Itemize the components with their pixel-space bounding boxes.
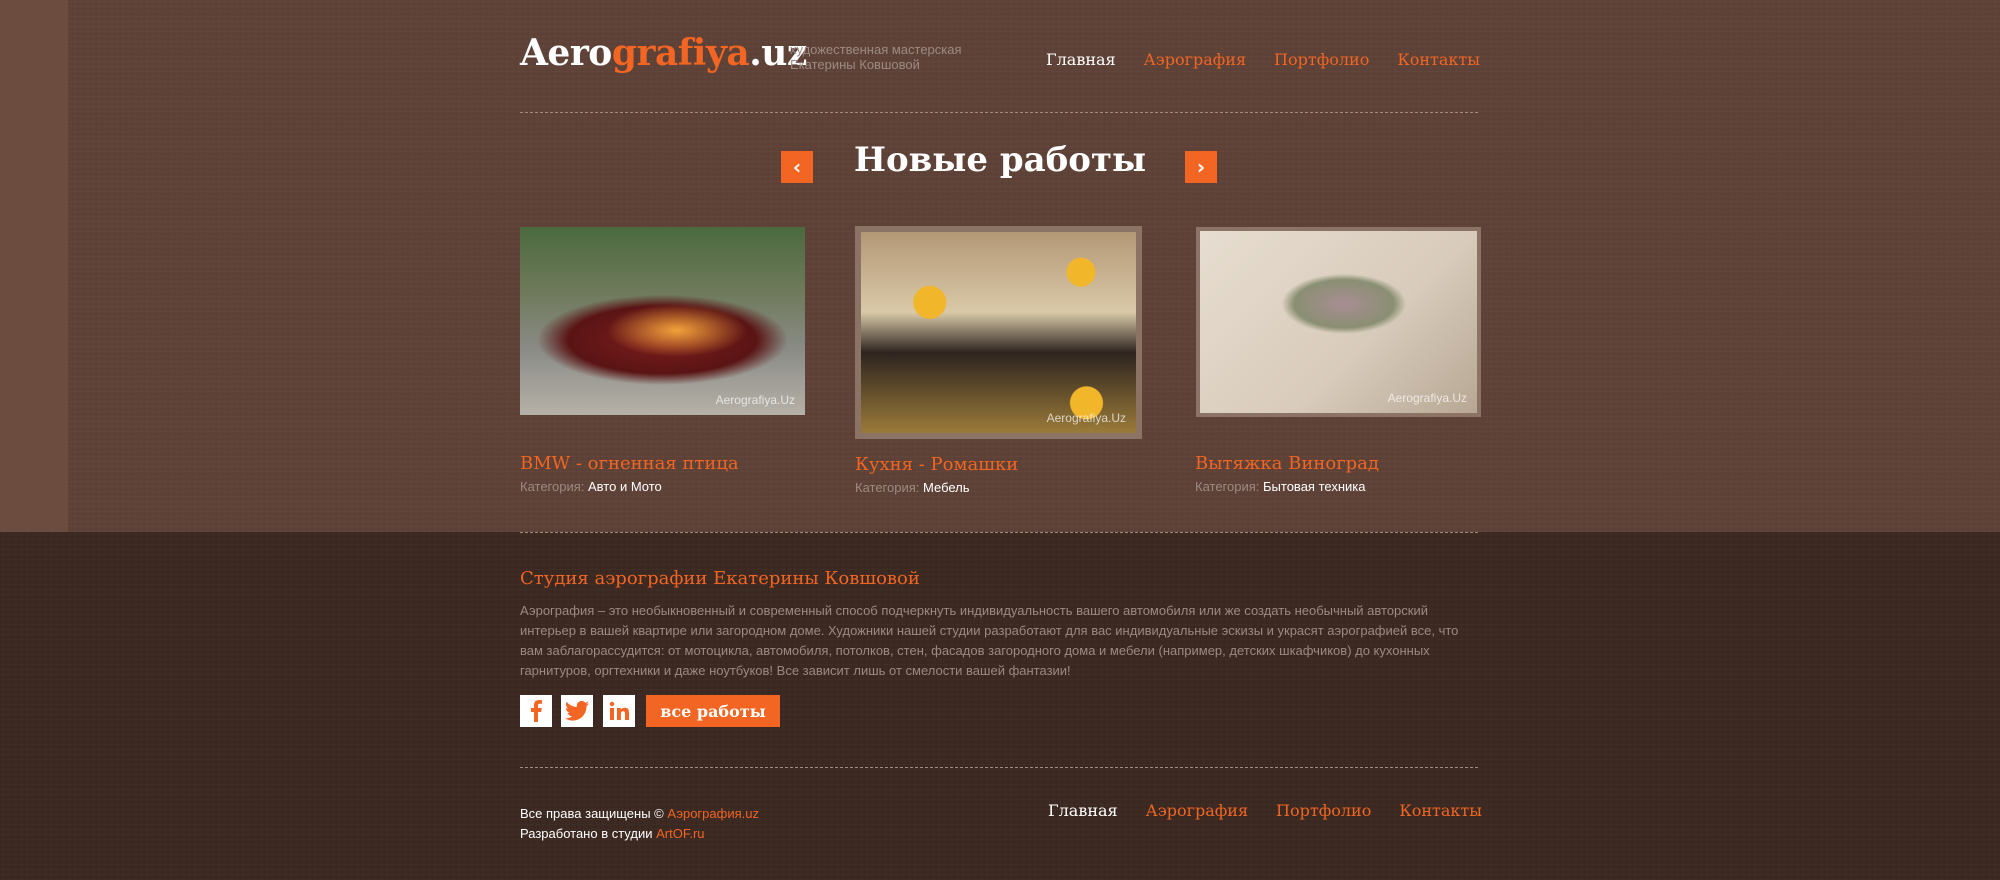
work-title-bmw[interactable]: BMW - огненная птица	[520, 453, 739, 474]
left-strip	[0, 0, 68, 532]
linkedin-button[interactable]	[603, 695, 635, 727]
dev-link[interactable]: ArtOF.ru	[656, 826, 704, 841]
rights-text: Все права защищены ©	[520, 806, 668, 821]
rights-line: Все права защищены © Аэрография.uz	[520, 804, 759, 824]
top-nav-portfolio[interactable]: Портфолио	[1274, 50, 1369, 69]
work-image-bmw[interactable]: Aerografiya.Uz	[520, 227, 805, 415]
all-works-button[interactable]: все работы	[646, 695, 780, 727]
work-title-kitchen[interactable]: Кухня - Ромашки	[855, 454, 1018, 475]
category-label: Категория:	[855, 480, 920, 495]
work-title-hood[interactable]: Вытяжка Виноград	[1195, 453, 1379, 474]
site-logo[interactable]: Aerografiya.uz	[520, 32, 807, 74]
work-category-bmw: Категория: Авто и Мото	[520, 479, 662, 494]
twitter-icon	[565, 701, 589, 721]
category-value[interactable]: Бытовая техника	[1263, 479, 1365, 494]
next-button[interactable]: ›	[1185, 151, 1217, 183]
section-title: Новые работы	[853, 140, 1147, 180]
category-value[interactable]: Мебель	[923, 480, 970, 495]
footer-copyright: Все права защищены © Аэрография.uz Разра…	[520, 804, 759, 844]
linkedin-icon	[609, 701, 629, 720]
work-category-kitchen: Категория: Мебель	[855, 480, 970, 495]
dev-text: Разработано в студии	[520, 826, 657, 841]
footer-nav: Главная Аэрография Портфолио Контакты	[1048, 801, 1482, 820]
top-nav-airbrush[interactable]: Аэрография	[1144, 50, 1246, 69]
bottom-section	[0, 532, 2000, 880]
chevron-right-icon: ›	[1196, 155, 1206, 179]
footer-nav-airbrush[interactable]: Аэрография	[1146, 801, 1248, 820]
tagline-line-1: художественная мастерская	[790, 42, 962, 57]
top-nav-contacts[interactable]: Контакты	[1397, 50, 1480, 69]
footer-nav-contacts[interactable]: Контакты	[1399, 801, 1482, 820]
watermark: Aerografiya.Uz	[1046, 411, 1126, 425]
site-tagline: художественная мастерская Екатерины Ковш…	[790, 42, 1010, 72]
header-divider	[520, 112, 1478, 113]
facebook-button[interactable]	[520, 695, 552, 727]
prev-button[interactable]: ‹	[781, 151, 813, 183]
works-divider	[520, 532, 1478, 533]
category-label: Категория:	[1195, 479, 1260, 494]
studio-title: Студия аэрографии Екатерины Ковшовой	[520, 568, 920, 589]
footer-nav-home[interactable]: Главная	[1048, 801, 1118, 820]
twitter-button[interactable]	[561, 695, 593, 727]
facebook-icon	[531, 700, 542, 722]
work-image-hood[interactable]: Aerografiya.Uz	[1196, 227, 1481, 417]
chevron-left-icon: ‹	[792, 155, 802, 179]
top-nav-home[interactable]: Главная	[1046, 50, 1116, 69]
logo-part-1: Aero	[520, 32, 612, 74]
footer-nav-portfolio[interactable]: Портфолио	[1276, 801, 1371, 820]
category-value[interactable]: Авто и Мото	[588, 479, 662, 494]
footer-divider	[520, 767, 1478, 768]
category-label: Категория:	[520, 479, 585, 494]
rights-link[interactable]: Аэрография.uz	[667, 806, 759, 821]
logo-part-2: grafiya	[611, 32, 750, 74]
top-nav: Главная Аэрография Портфолио Контакты	[1046, 50, 1480, 69]
tagline-line-2: Екатерины Ковшовой	[790, 57, 920, 72]
watermark: Aerografiya.Uz	[715, 393, 795, 407]
studio-description: Аэрография – это необыкновенный и соврем…	[520, 603, 1459, 678]
dev-line: Разработано в студии ArtOF.ru	[520, 824, 759, 844]
work-category-hood: Категория: Бытовая техника	[1195, 479, 1365, 494]
watermark: Aerografiya.Uz	[1387, 391, 1467, 405]
work-image-kitchen[interactable]: Aerografiya.Uz	[855, 226, 1142, 439]
